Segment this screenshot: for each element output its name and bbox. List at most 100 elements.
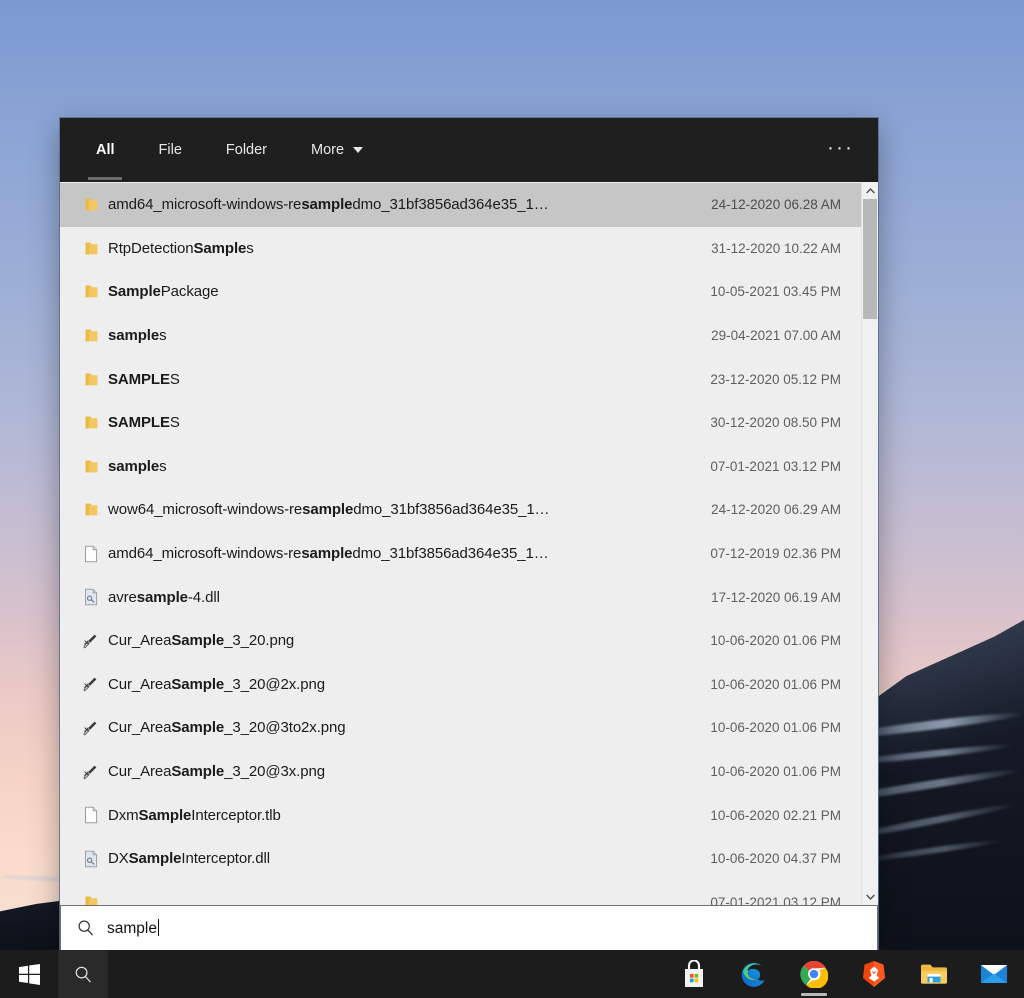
search-result-row[interactable]: SamplePackage 10-05-2021 03.45 PM bbox=[60, 270, 861, 314]
result-name: SAMPLES bbox=[108, 414, 180, 432]
brave-lion-icon bbox=[863, 961, 885, 987]
folder-icon bbox=[85, 373, 97, 386]
result-icon-cell bbox=[74, 241, 108, 256]
result-name: amd64_microsoft-windows-resampledmo_31bf… bbox=[108, 196, 549, 214]
search-result-row[interactable]: SAMPLES 30-12-2020 08.50 PM bbox=[60, 401, 861, 445]
search-result-row[interactable]: Cur_AreaSample_3_20.png 10-06-2020 01.06 … bbox=[60, 619, 861, 663]
search-icon bbox=[78, 920, 94, 936]
folder-icon bbox=[85, 416, 97, 429]
dll-icon bbox=[85, 588, 98, 606]
folder-icon bbox=[85, 198, 97, 211]
result-date-modified: 23-12-2020 05.12 PM bbox=[710, 371, 841, 387]
scroll-down-button[interactable] bbox=[862, 888, 878, 905]
scrollbar-thumb[interactable] bbox=[863, 199, 877, 319]
taskbar-app-google-chrome[interactable] bbox=[794, 950, 834, 998]
result-date-modified: 31-12-2020 10.22 AM bbox=[711, 240, 841, 256]
folder-icon bbox=[85, 896, 97, 905]
result-date-modified: 30-12-2020 08.50 PM bbox=[710, 415, 841, 431]
scrollbar-track[interactable] bbox=[862, 199, 878, 888]
search-results-list[interactable]: amd64_microsoft-windows-resampledmo_31bf… bbox=[60, 182, 861, 905]
search-filter-tabbar: All File Folder More ··· bbox=[60, 118, 878, 182]
search-result-row[interactable]: wow64_microsoft-windows-resampledmo_31bf… bbox=[60, 488, 861, 532]
result-name: SamplePackage bbox=[108, 283, 219, 301]
taskbar-app-brave-browser[interactable] bbox=[854, 950, 894, 998]
result-icon-cell bbox=[74, 895, 108, 905]
result-date-modified: 29-04-2021 07.00 AM bbox=[711, 328, 841, 344]
tab-all-label: All bbox=[96, 142, 115, 158]
result-icon-cell bbox=[74, 719, 108, 737]
result-icon-cell bbox=[74, 675, 108, 693]
search-query-value: sample bbox=[107, 919, 157, 937]
taskbar bbox=[0, 950, 1024, 998]
overflow-menu-button[interactable]: ··· bbox=[821, 131, 860, 170]
search-input-box[interactable]: sample bbox=[60, 905, 878, 951]
scroll-up-button[interactable] bbox=[862, 182, 878, 199]
search-result-row[interactable]: DxmSampleInterceptor.tlb 10-06-2020 02.21… bbox=[60, 793, 861, 837]
search-result-row[interactable]: avresample-4.dll 17-12-2020 06.19 AM bbox=[60, 575, 861, 619]
result-date-modified: 10-06-2020 01.06 PM bbox=[710, 633, 841, 649]
taskbar-app-microsoft-edge[interactable] bbox=[734, 950, 774, 998]
start-button[interactable] bbox=[0, 950, 58, 998]
mail-envelope-icon bbox=[981, 965, 1007, 983]
image-icon bbox=[83, 765, 97, 779]
taskbar-search-button[interactable] bbox=[58, 950, 108, 998]
result-date-modified: 07-12-2019 02.36 PM bbox=[710, 546, 841, 562]
search-result-row[interactable]: Cur_AreaSample_3_20@3to2x.png 10-06-2020 … bbox=[60, 706, 861, 750]
result-icon-cell bbox=[74, 850, 108, 868]
result-name: samples bbox=[108, 327, 167, 345]
folder-icon bbox=[85, 504, 97, 516]
search-result-row[interactable]: RtpDetectionSamples 31-12-2020 10.22 AM bbox=[60, 227, 861, 271]
result-icon-cell bbox=[74, 284, 108, 299]
image-icon bbox=[83, 677, 97, 692]
image-icon bbox=[83, 634, 97, 648]
result-date-modified: 10-06-2020 01.06 PM bbox=[710, 764, 841, 780]
results-scrollbar[interactable] bbox=[861, 182, 878, 905]
result-icon-cell bbox=[74, 632, 108, 650]
tab-file[interactable]: File bbox=[137, 118, 204, 182]
search-result-row[interactable]: samples 29-04-2021 07.00 AM bbox=[60, 314, 861, 358]
folder-icon bbox=[85, 242, 97, 255]
search-result-row[interactable]: DXSampleInterceptor.dll 10-06-2020 04.37 … bbox=[60, 837, 861, 881]
taskbar-app-file-explorer[interactable] bbox=[914, 950, 954, 998]
result-name: Cur_AreaSample_3_20.png bbox=[108, 632, 295, 650]
document-icon bbox=[85, 545, 98, 562]
windows-search-flyout: All File Folder More ··· amd64_microsoft… bbox=[60, 118, 878, 951]
text-cursor bbox=[157, 918, 159, 936]
result-name: wow64_microsoft-windows-resampledmo_31bf… bbox=[108, 501, 550, 519]
search-result-row[interactable]: Cur_AreaSample_3_20@3x.png 10-06-2020 01.… bbox=[60, 750, 861, 794]
result-icon-cell bbox=[74, 328, 108, 343]
taskbar-app-mail[interactable] bbox=[974, 950, 1014, 998]
result-date-modified: 10-06-2020 01.06 PM bbox=[710, 676, 841, 692]
result-name: samples bbox=[108, 457, 167, 475]
tab-file-label: File bbox=[158, 142, 182, 158]
result-name: Cur_AreaSample_3_20@3x.png bbox=[108, 763, 325, 781]
result-date-modified: 10-05-2021 03.45 PM bbox=[710, 284, 841, 300]
search-result-row[interactable]: amd64_microsoft-windows-resampledmo_31bf… bbox=[60, 532, 861, 576]
search-result-row[interactable]: 07-01-2021 03.12 PM bbox=[60, 881, 861, 905]
result-icon-cell bbox=[74, 459, 108, 474]
tab-folder[interactable]: Folder bbox=[204, 118, 289, 182]
result-date-modified: 07-01-2021 03.12 PM bbox=[710, 894, 841, 905]
file-explorer-folder-icon bbox=[921, 964, 947, 984]
taskbar-app-microsoft-store[interactable] bbox=[674, 950, 714, 998]
search-result-row[interactable]: amd64_microsoft-windows-resampledmo_31bf… bbox=[60, 183, 861, 227]
result-date-modified: 10-06-2020 04.37 PM bbox=[710, 851, 841, 867]
tab-all[interactable]: All bbox=[74, 118, 137, 182]
search-result-row[interactable]: SAMPLES 23-12-2020 05.12 PM bbox=[60, 357, 861, 401]
chevron-down-icon bbox=[865, 894, 875, 900]
tab-more-label: More bbox=[311, 142, 345, 158]
result-name: RtpDetectionSamples bbox=[108, 239, 254, 257]
microsoft-edge-icon bbox=[741, 962, 765, 987]
result-date-modified: 24-12-2020 06.28 AM bbox=[711, 197, 841, 213]
document-icon bbox=[85, 806, 98, 824]
folder-icon bbox=[85, 286, 97, 298]
search-result-row[interactable]: Cur_AreaSample_3_20@2x.png 10-06-2020 01.… bbox=[60, 663, 861, 707]
result-icon-cell bbox=[74, 545, 108, 563]
tab-list: All File Folder More bbox=[74, 118, 385, 182]
tab-more[interactable]: More bbox=[289, 118, 385, 182]
search-icon bbox=[75, 966, 91, 982]
result-icon-cell bbox=[74, 502, 108, 517]
search-result-row[interactable]: samples 07-01-2021 03.12 PM bbox=[60, 445, 861, 489]
search-results-area: amd64_microsoft-windows-resampledmo_31bf… bbox=[60, 182, 878, 905]
result-date-modified: 10-06-2020 02.21 PM bbox=[710, 807, 841, 823]
